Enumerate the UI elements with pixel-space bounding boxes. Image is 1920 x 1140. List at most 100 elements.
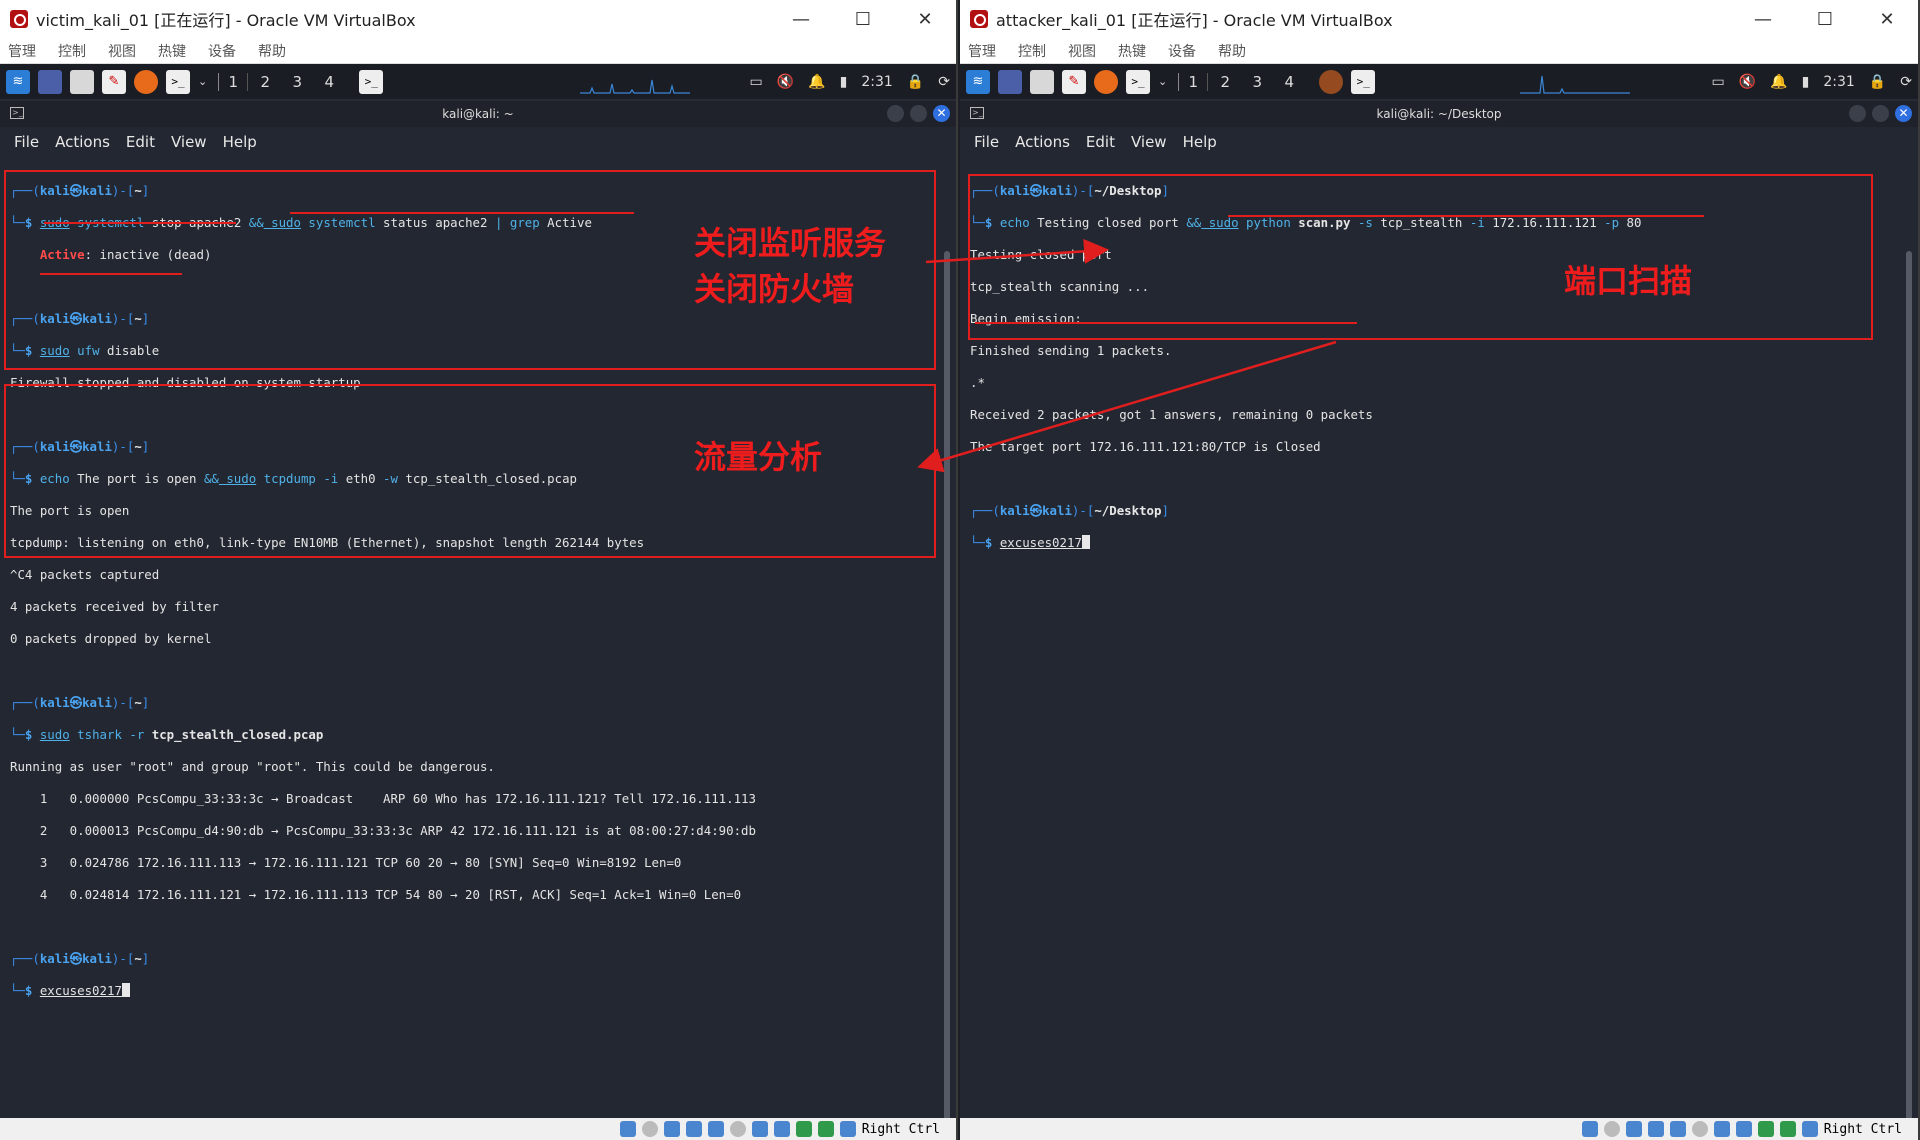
text-editor-icon[interactable]: ✎ [102,69,126,94]
clock[interactable]: 2:31 [1823,74,1854,90]
vb-title-bar[interactable]: victim_kali_01 [正在运行] - Oracle VM Virtua… [0,0,956,38]
taskbar-terminal-icon[interactable]: >_ [359,69,384,94]
mute-icon[interactable]: 🔇 [1739,74,1756,90]
menu-view[interactable]: View [171,133,207,151]
terminal-close-button[interactable]: ✕ [1895,105,1912,122]
minimize-button[interactable]: — [770,0,832,38]
vb-menu-devices[interactable]: 设备 [208,41,236,61]
usb-icon[interactable] [1669,1121,1686,1137]
mouse-integration-icon[interactable] [1779,1121,1796,1137]
vb-menu-help[interactable]: 帮助 [1218,41,1246,61]
firefox-icon[interactable] [134,69,158,94]
menu-edit[interactable]: Edit [126,133,155,151]
hdd-icon[interactable] [619,1121,636,1137]
workspace-3[interactable]: 3 [1242,73,1272,91]
terminal-launcher-icon[interactable]: >_ [1126,69,1150,94]
usb-icon[interactable] [707,1121,724,1137]
display-status-icon[interactable] [751,1121,768,1137]
host-key-arrow-icon[interactable] [1801,1121,1818,1137]
display-icon[interactable]: ▭ [750,74,763,90]
vb-menu-hotkey[interactable]: 热键 [158,41,186,61]
battery-icon[interactable]: ▮ [1802,74,1810,90]
cpu-status-icon[interactable] [1757,1121,1774,1137]
vb-menu-control[interactable]: 控制 [58,41,86,61]
display-icon[interactable]: ▭ [1712,74,1725,90]
close-button[interactable]: ✕ [894,0,956,38]
mute-icon[interactable]: 🔇 [777,74,794,90]
menu-actions[interactable]: Actions [1015,133,1070,151]
workspace-2[interactable]: 2 [1210,73,1240,91]
mouse-integration-icon[interactable] [817,1121,834,1137]
terminal-minimize-button[interactable] [1849,105,1866,122]
menu-actions[interactable]: Actions [55,133,110,151]
kali-menu-icon[interactable]: ≋ [6,69,30,94]
vb-menu-hotkey[interactable]: 热键 [1118,41,1146,61]
kali-menu-icon[interactable]: ≋ [966,69,990,94]
vb-menu-devices[interactable]: 设备 [1168,41,1196,61]
lock-icon[interactable]: 🔒 [1869,74,1886,90]
workspace-4[interactable]: 4 [1274,73,1304,91]
lock-icon[interactable]: 🔒 [907,74,924,90]
workspace-2[interactable]: 2 [250,73,280,91]
optical-drive-icon[interactable] [641,1121,658,1137]
workspace-4[interactable]: 4 [314,73,344,91]
vb-menu-view[interactable]: 视图 [108,41,136,61]
show-desktop-icon[interactable] [998,69,1022,94]
recording-icon[interactable] [1735,1121,1752,1137]
terminal-title-bar[interactable]: >_ kali@kali: ~/Desktop ✕ [960,101,1918,127]
show-desktop-icon[interactable] [38,69,62,94]
vb-menu-manage[interactable]: 管理 [968,41,996,61]
vb-menu-help[interactable]: 帮助 [258,41,286,61]
recording-icon[interactable] [773,1121,790,1137]
close-button[interactable]: ✕ [1856,0,1918,38]
menu-view[interactable]: View [1131,133,1167,151]
network-icon[interactable] [685,1121,702,1137]
vb-menu-manage[interactable]: 管理 [8,41,36,61]
terminal-scrollbar[interactable] [944,251,950,1140]
notification-bell-icon[interactable]: 🔔 [808,74,825,90]
file-manager-icon[interactable] [70,69,94,94]
menu-edit[interactable]: Edit [1086,133,1115,151]
network-icon[interactable] [1647,1121,1664,1137]
taskbar-firefox-icon[interactable] [1319,69,1344,94]
terminal-maximize-button[interactable] [910,105,927,122]
cpu-status-icon[interactable] [795,1121,812,1137]
refresh-icon[interactable]: ⟳ [1900,74,1912,90]
terminal-minimize-button[interactable] [887,105,904,122]
terminal-maximize-button[interactable] [1872,105,1889,122]
host-key-arrow-icon[interactable] [839,1121,856,1137]
optical-drive-icon[interactable] [1603,1121,1620,1137]
vb-menu-control[interactable]: 控制 [1018,41,1046,61]
text-editor-icon[interactable]: ✎ [1062,69,1086,94]
vb-menu-view[interactable]: 视图 [1068,41,1096,61]
chevron-down-icon[interactable]: ⌄ [198,75,207,88]
workspace-1[interactable]: 1 [218,72,249,91]
workspace-1[interactable]: 1 [1178,72,1209,91]
menu-file[interactable]: File [14,133,39,151]
workspace-3[interactable]: 3 [282,73,312,91]
taskbar-terminal-icon[interactable]: >_ [1351,69,1376,94]
vb-title-bar[interactable]: attacker_kali_01 [正在运行] - Oracle VM Virt… [960,0,1918,38]
shared-folder-icon[interactable] [729,1121,746,1137]
terminal-title-bar[interactable]: >_ kali@kali: ~ ✕ [0,101,956,127]
terminal-scrollbar[interactable] [1906,251,1912,1140]
hdd-icon[interactable] [1581,1121,1598,1137]
chevron-down-icon[interactable]: ⌄ [1158,75,1167,88]
audio-icon[interactable] [1625,1121,1642,1137]
minimize-button[interactable]: — [1732,0,1794,38]
firefox-icon[interactable] [1094,69,1118,94]
maximize-button[interactable]: ☐ [1794,0,1856,38]
file-manager-icon[interactable] [1030,69,1054,94]
menu-file[interactable]: File [974,133,999,151]
terminal-close-button[interactable]: ✕ [933,105,950,122]
battery-icon[interactable]: ▮ [840,74,848,90]
menu-help[interactable]: Help [223,133,257,151]
notification-bell-icon[interactable]: 🔔 [1770,74,1787,90]
shared-folder-icon[interactable] [1691,1121,1708,1137]
refresh-icon[interactable]: ⟳ [938,74,950,90]
terminal-launcher-icon[interactable]: >_ [166,69,190,94]
menu-help[interactable]: Help [1183,133,1217,151]
display-status-icon[interactable] [1713,1121,1730,1137]
clock[interactable]: 2:31 [861,74,892,90]
maximize-button[interactable]: ☐ [832,0,894,38]
